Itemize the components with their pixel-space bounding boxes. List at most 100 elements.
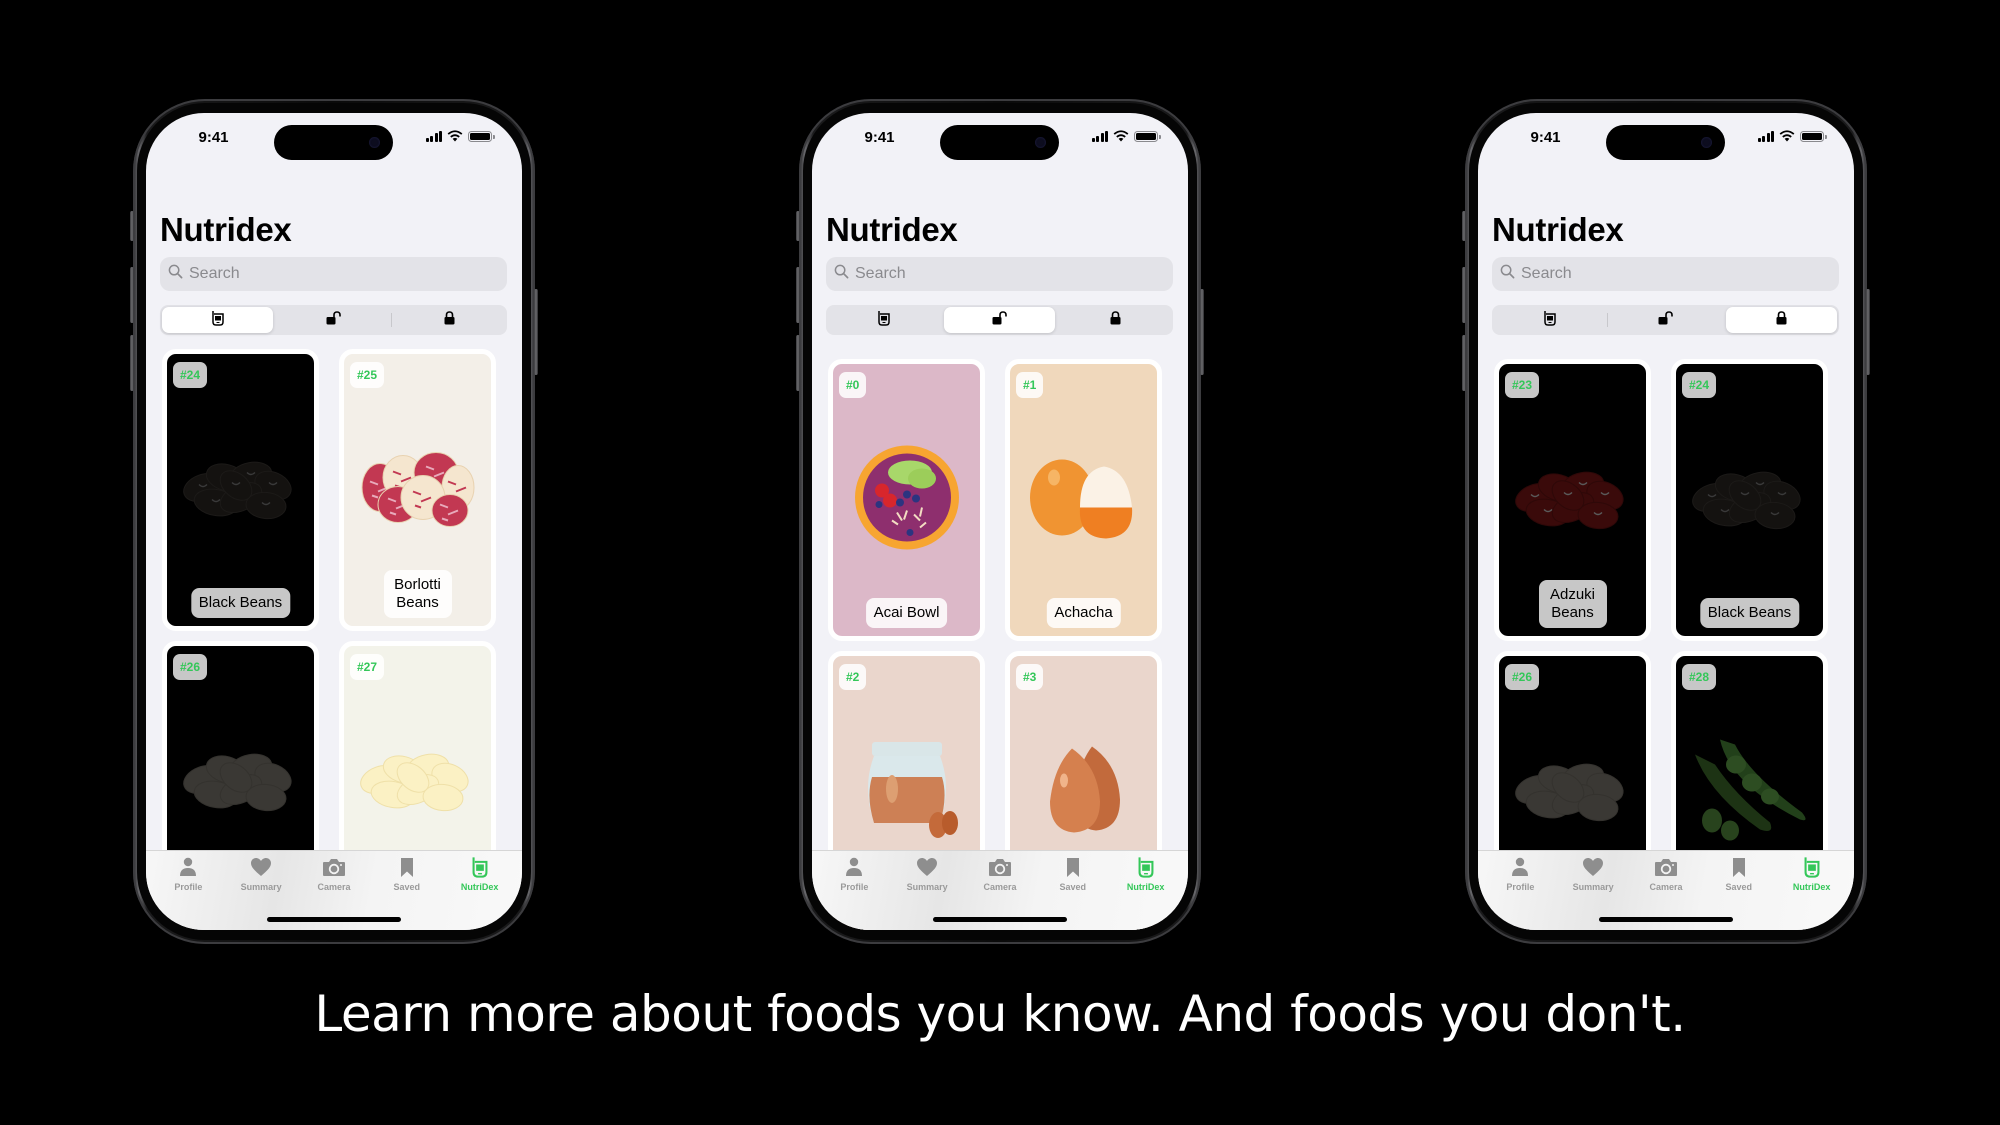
segment-all[interactable]: [162, 307, 273, 333]
tab-label: Camera: [983, 882, 1017, 892]
card-number-badge: #1: [1016, 372, 1044, 398]
card-number-badge: #28: [1682, 664, 1717, 690]
nutridex-device-icon: [471, 855, 489, 879]
screen: 9:41 Nutridex Search #23 Adzuki Beans #2…: [1478, 113, 1854, 930]
camera-icon: [322, 855, 346, 879]
segment-divider: [941, 313, 942, 327]
search-placeholder: Search: [189, 265, 240, 282]
edamame-illustration: [1690, 735, 1810, 850]
front-camera-icon: [1035, 137, 1046, 148]
power-button: [1200, 289, 1204, 375]
tab-label: NutriDex: [1792, 882, 1831, 892]
page-title: Nutridex: [160, 211, 292, 248]
bookmark-icon: [400, 855, 414, 879]
almond-butter-illustration: [852, 737, 962, 847]
filter-segmented-control: [160, 305, 507, 335]
camera-icon: [988, 855, 1012, 879]
home-indicator[interactable]: [267, 917, 401, 922]
wifi-icon: [447, 130, 463, 142]
card-name-label: Adzuki Beans: [1538, 580, 1607, 628]
tab-label: Summary: [906, 882, 948, 892]
tab-nutridex[interactable]: NutriDex: [1775, 855, 1848, 930]
almonds-illustration: [1034, 745, 1134, 840]
nutridex-device-icon: [211, 310, 225, 331]
camera-icon: [1654, 855, 1678, 879]
status-time: 9:41: [864, 129, 895, 146]
lock-icon: [1776, 310, 1787, 330]
wifi-icon: [1779, 130, 1795, 142]
segment-unlocked[interactable]: [278, 307, 389, 333]
tab-label: Summary: [1572, 882, 1614, 892]
nutridex-device-icon: [1803, 855, 1821, 879]
card-number-badge: #26: [1505, 664, 1540, 690]
tab-label: NutriDex: [1126, 882, 1165, 892]
card-name: Achacha: [1054, 604, 1113, 621]
power-button: [534, 289, 538, 375]
food-card[interactable]: #24 Black Beans: [1671, 359, 1828, 641]
segment-divider: [275, 313, 276, 327]
tab-label: Saved: [393, 882, 421, 892]
card-name-label: Borlotti Beans: [383, 570, 452, 618]
volume-down-button: [130, 335, 134, 391]
food-card[interactable]: #25 Borlotti Beans: [339, 349, 496, 631]
status-icons: [1091, 130, 1161, 142]
card-name-label: Acai Bowl: [865, 598, 948, 628]
heart-icon: [916, 855, 938, 879]
food-card-grid: #0 Acai Bowl #1 Achacha #2 #3: [828, 359, 1174, 930]
search-input[interactable]: Search: [160, 257, 507, 291]
borlotti-beans-illustration: [358, 443, 478, 538]
card-number-badge: #26: [173, 654, 208, 680]
power-button: [1866, 289, 1870, 375]
tab-bar: Profile Summary Camera Saved NutriDex: [146, 850, 522, 930]
tab-label: NutriDex: [460, 882, 499, 892]
search-input[interactable]: Search: [1492, 257, 1839, 291]
segment-all[interactable]: [828, 307, 939, 333]
adzuki-beans-illustration: [1513, 458, 1633, 543]
food-card[interactable]: #24 Black Beans: [162, 349, 319, 631]
tab-nutridex[interactable]: NutriDex: [443, 855, 516, 930]
tab-nutridex[interactable]: NutriDex: [1109, 855, 1182, 930]
phone-2: 9:41 Nutridex Search #0 Acai Bowl #1 Ach…: [796, 99, 1204, 944]
segment-divider: [1607, 313, 1608, 327]
status-time: 9:41: [198, 129, 229, 146]
card-name: Black Beans: [198, 594, 283, 611]
card-number-badge: #23: [1505, 372, 1540, 398]
segment-unlocked[interactable]: [944, 307, 1055, 333]
achacha-illustration: [1024, 453, 1144, 548]
person-icon: [179, 855, 197, 879]
segment-locked[interactable]: [394, 307, 505, 333]
segment-all[interactable]: [1494, 307, 1605, 333]
food-card[interactable]: #1 Achacha: [1005, 359, 1162, 641]
page-title: Nutridex: [1492, 211, 1624, 248]
bookmark-icon: [1732, 855, 1746, 879]
black-beans-illustration: [181, 448, 301, 533]
bookmark-icon: [1066, 855, 1080, 879]
tab-profile[interactable]: Profile: [818, 855, 891, 930]
food-card[interactable]: #23 Adzuki Beans: [1494, 359, 1651, 641]
home-indicator[interactable]: [1599, 917, 1733, 922]
segment-locked[interactable]: [1060, 307, 1171, 333]
card-number-badge: #0: [839, 372, 867, 398]
home-indicator[interactable]: [933, 917, 1067, 922]
battery-icon: [1134, 130, 1161, 142]
unlock-icon: [992, 310, 1008, 330]
card-name: Black Beans: [1707, 604, 1792, 621]
nutridex-device-icon: [1137, 855, 1155, 879]
segment-locked[interactable]: [1726, 307, 1837, 333]
tab-label: Profile: [1506, 882, 1535, 892]
tab-profile[interactable]: Profile: [152, 855, 225, 930]
card-number-badge: #27: [350, 654, 385, 680]
volume-up-button: [1462, 267, 1466, 323]
nutridex-device-icon: [1543, 310, 1557, 331]
magnifying-glass-icon: [834, 264, 849, 284]
dynamic-island: [940, 125, 1059, 160]
tab-profile[interactable]: Profile: [1484, 855, 1557, 930]
phone-1: 9:41 Nutridex Search #24 Black Beans #25…: [130, 99, 538, 944]
tab-label: Saved: [1725, 882, 1753, 892]
food-card[interactable]: #0 Acai Bowl: [828, 359, 985, 641]
search-input[interactable]: Search: [826, 257, 1173, 291]
segment-unlocked[interactable]: [1610, 307, 1721, 333]
card-name-label: Achacha: [1046, 598, 1121, 628]
page-title: Nutridex: [826, 211, 958, 248]
segment-divider: [391, 313, 392, 327]
